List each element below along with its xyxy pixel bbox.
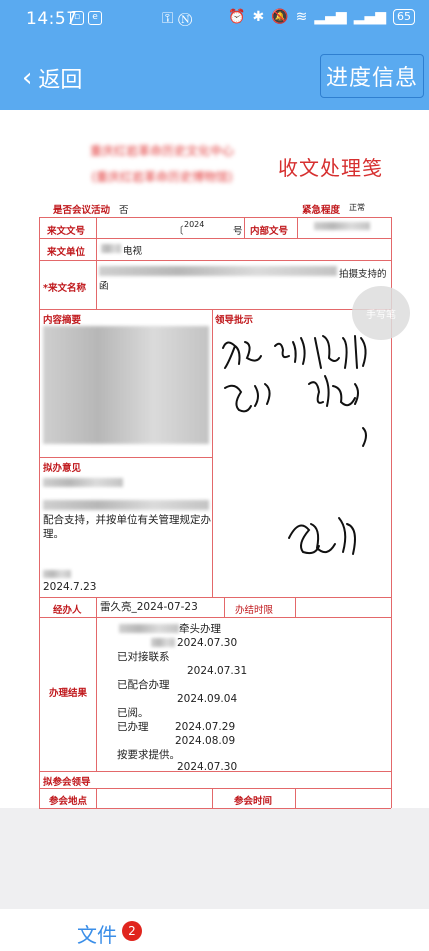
signal-icon: ▂▄▆ (314, 9, 347, 25)
name-label: *来文名称 (43, 283, 86, 294)
handwrite-button[interactable]: 手写笔 (352, 286, 410, 340)
result-blur-1 (119, 624, 179, 633)
result-2-date: 2024.07.31 (187, 665, 248, 677)
opinion-text: 配合支持，并按单位有关管理规定办 理。 (43, 513, 213, 541)
wifi-icon: ≋ (295, 9, 308, 25)
meeting-label: 是否会议活动 (53, 205, 111, 216)
app-header: 14:57 ▫ e ⚿ Ⓝ ⏰ ✱ 🔕 ≋ ▂▄▆ ▂▄▆ 65 ‹ 返回 进度… (0, 0, 429, 110)
docno-bracket: 〔 (174, 226, 184, 237)
handle-time-label: 办结时限 (235, 605, 274, 616)
org-name: 重庆红岩革命历史文化中心 (重庆红岩革命历史博物馆) (62, 138, 262, 190)
result-label: 办理结果 (49, 688, 88, 699)
app-notification-icon: e (88, 11, 102, 25)
result-6-date: 2024.08.09 (175, 735, 236, 747)
join-leader-label: 拟参会领导 (43, 777, 91, 788)
chevron-left-icon: ‹ (22, 63, 33, 93)
result-3-text: 已配合办理 (117, 679, 170, 691)
document-title: 收文处理笺 (278, 156, 383, 180)
name-blur (99, 266, 337, 276)
name-value-line2: 函 (99, 281, 109, 292)
org-line1: 重庆红岩革命历史文化中心 (89, 144, 234, 158)
handler-label: 经办人 (53, 605, 82, 616)
progress-info-button[interactable]: 进度信息 (320, 54, 424, 98)
opinion-signer-blur (43, 570, 71, 578)
internal-no-value (314, 222, 370, 230)
result-3-date: 2024.09.04 (177, 693, 238, 705)
docno-year: 2024 (184, 220, 205, 229)
result-1-date: 2024.07.30 (177, 637, 238, 649)
unit-label: 来文单位 (47, 247, 86, 258)
result-4-text: 已阅。 (117, 707, 149, 719)
battery-icon: 65 (393, 9, 415, 25)
meeting-value: 否 (119, 205, 129, 216)
status-bar: 14:57 ▫ e ⚿ Ⓝ ⏰ ✱ 🔕 ≋ ▂▄▆ ▂▄▆ 65 (0, 0, 429, 38)
status-right-icons: ⏰ ✱ 🔕 ≋ ▂▄▆ ▂▄▆ 65 (228, 9, 415, 25)
meeting-place-label: 参会地点 (49, 796, 88, 807)
unit-value: 电视 (123, 246, 143, 257)
handwrite-label: 手写笔 (366, 309, 396, 321)
notification-icon: ▫ (70, 11, 84, 25)
leader-label: 领导批示 (215, 315, 254, 326)
opinion-date: 2024.7.23 (43, 581, 97, 593)
summary-label: 内容摘要 (43, 315, 82, 326)
opinion-line2: 理。 (43, 528, 64, 540)
back-button[interactable]: ‹ 返回 (22, 62, 82, 94)
urgency-value: 正常 (349, 203, 365, 212)
result-1-text: 牵头办理 (179, 623, 221, 635)
document-view: 重庆红岩革命历史文化中心 (重庆红岩革命历史博物馆) 收文处理笺 是否会议活动 … (0, 110, 429, 809)
result-5-text: 已办理 (117, 721, 149, 733)
result-1-blur (151, 638, 175, 647)
org-line2: (重庆红岩革命历史博物馆) (91, 170, 233, 184)
signal-icon-2: ▂▄▆ (353, 9, 386, 25)
leader-signature-drawing (222, 335, 367, 555)
opinion-label: 拟办意见 (43, 463, 82, 474)
processing-form: 是否会议活动 否 紧急程度 正常 来文文号 〔 2024 号 内部文号 来文单位… (39, 198, 392, 809)
alarm-icon: ⏰ (228, 9, 246, 25)
opinion-line1: 配合支持，并按单位有关管理规定办 (43, 514, 211, 526)
result-6-text: 按要求提供。 (117, 749, 180, 761)
docno-label: 来文文号 (47, 226, 86, 237)
result-5-date: 2024.07.29 (175, 721, 236, 733)
key-nfc-icons: ⚿ Ⓝ (162, 9, 193, 27)
bluetooth-icon: ✱ (252, 9, 265, 25)
meeting-time-label: 参会时间 (234, 796, 273, 807)
file-tab[interactable]: 文件 (77, 919, 117, 948)
file-count-badge: 2 (122, 921, 142, 941)
result-7-date: 2024.07.30 (177, 761, 238, 773)
opinion-blur-2 (43, 500, 209, 510)
docno-suffix: 号 (233, 226, 243, 237)
handler-value: 雷久亮_2024-07-23 (100, 601, 198, 613)
back-label: 返回 (38, 68, 83, 93)
summary-blur (43, 326, 209, 444)
name-value-end: 拍摄支持的 (339, 269, 387, 280)
bottom-bar: 文件 2 (0, 909, 429, 951)
opinion-blur-1 (43, 478, 123, 487)
mute-icon: 🔕 (271, 9, 289, 25)
internal-no-label: 内部文号 (250, 226, 289, 237)
urgency-label: 紧急程度 (302, 205, 341, 216)
unit-blur (101, 244, 121, 253)
result-2-text: 已对接联系 (117, 651, 170, 663)
